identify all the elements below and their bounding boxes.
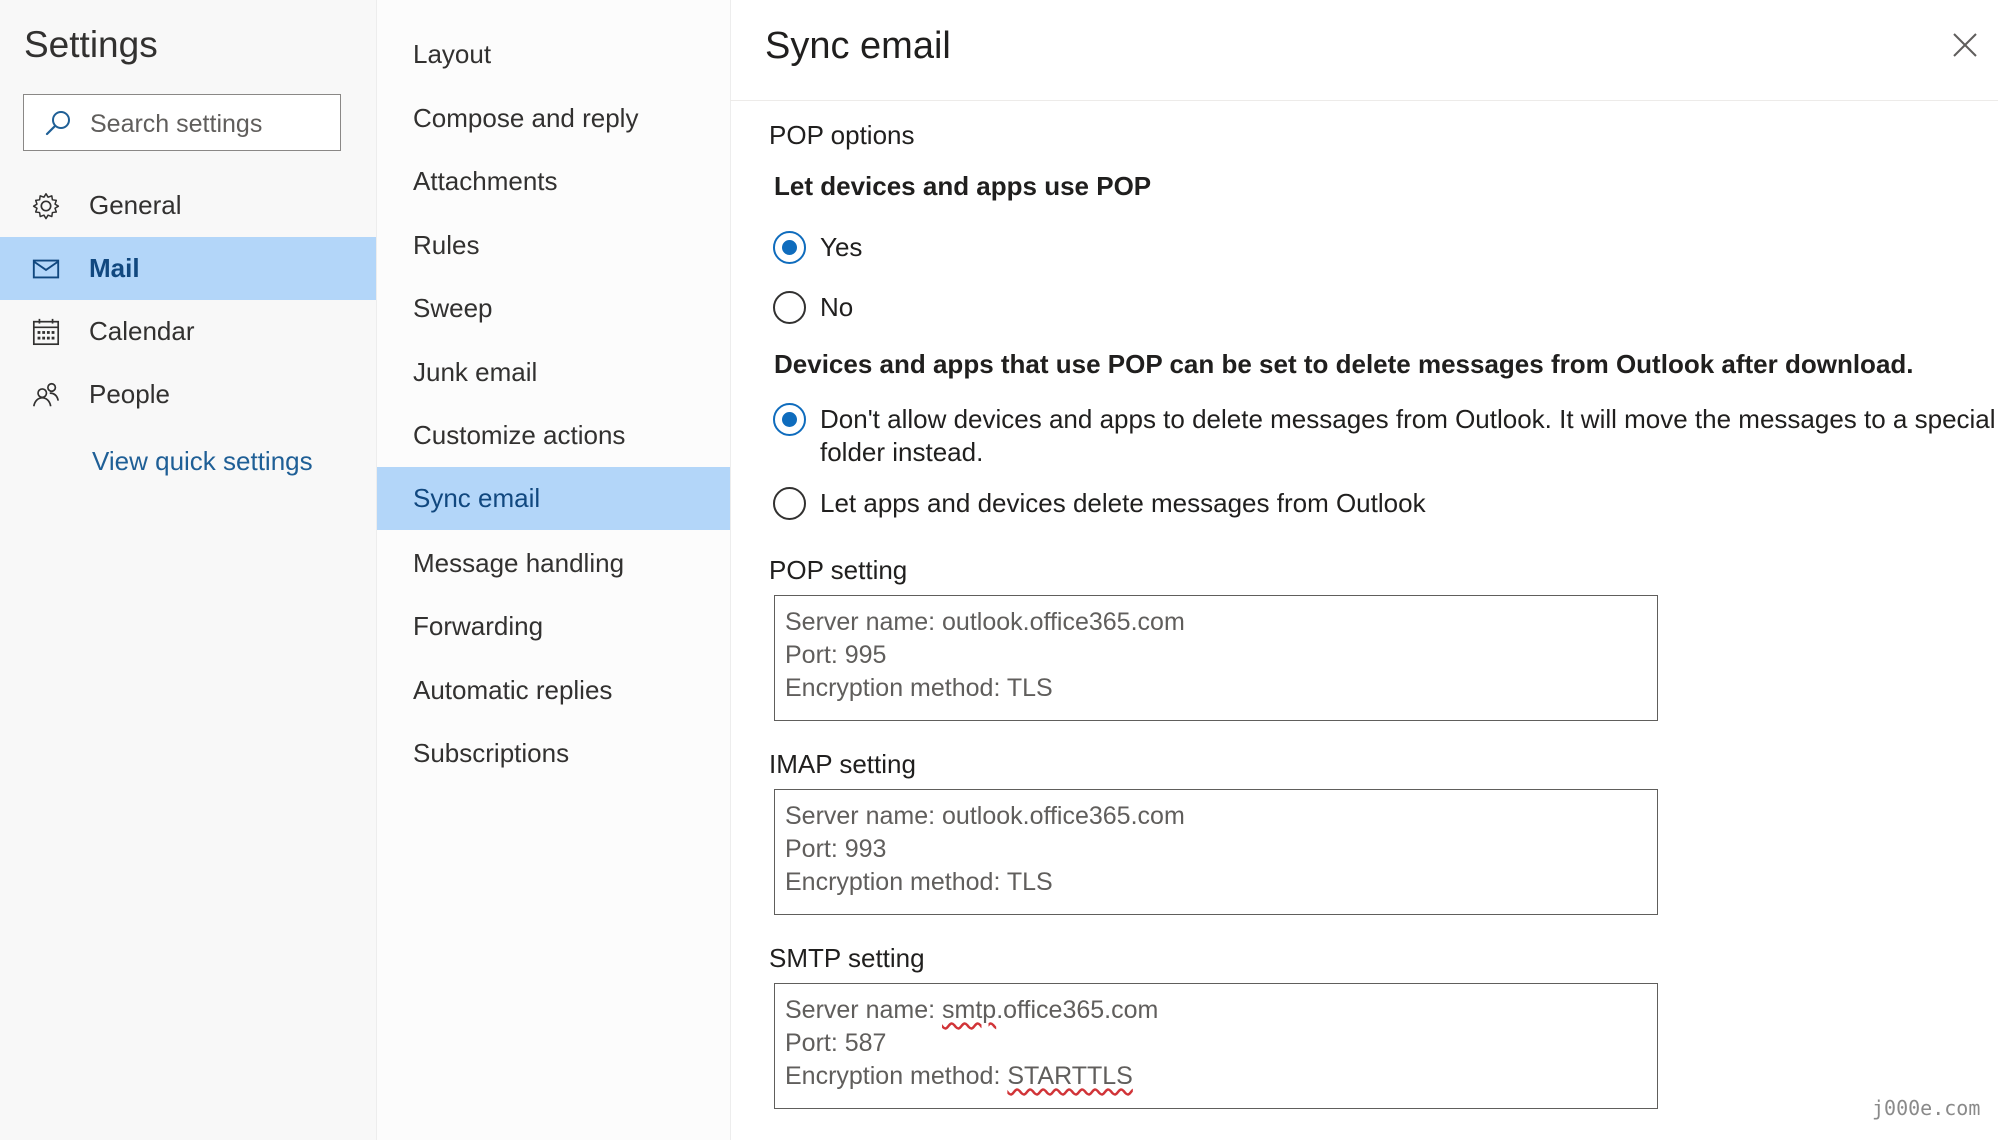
radio-label: Don't allow devices and apps to delete m… bbox=[820, 403, 1998, 469]
delete-question: Devices and apps that use POP can be set… bbox=[774, 349, 1914, 379]
pop-yes-option[interactable]: Yes bbox=[773, 231, 862, 264]
server-name-line: Server name: outlook.office365.com bbox=[785, 606, 1647, 639]
subnav-item-junk-email[interactable]: Junk email bbox=[377, 341, 730, 404]
server-name-value: outlook.office365.com bbox=[942, 802, 1185, 830]
subnav-item-customize-actions[interactable]: Customize actions bbox=[377, 404, 730, 467]
server-name-line: Server name: smtp.office365.com bbox=[785, 994, 1647, 1027]
imap-setting-box[interactable]: Server name: outlook.office365.com Port:… bbox=[774, 789, 1658, 915]
subnav-item-label: Layout bbox=[413, 39, 492, 69]
imap-setting-heading: IMAP setting bbox=[769, 749, 916, 779]
server-name-label: Server name: bbox=[785, 608, 943, 636]
radio-label: Yes bbox=[820, 232, 863, 262]
server-name-value: .office365.com bbox=[996, 996, 1159, 1024]
settings-nav: Settings General Mail bbox=[0, 0, 376, 1140]
subnav-item-label: Forwarding bbox=[413, 611, 544, 641]
subnav-item-label: Attachments bbox=[413, 166, 558, 196]
nav-item-calendar[interactable]: Calendar bbox=[0, 300, 376, 363]
page-title: Sync email bbox=[765, 25, 951, 67]
view-quick-settings-link[interactable]: View quick settings bbox=[92, 446, 313, 477]
sync-email-pane: Sync email POP options Let devices and a… bbox=[730, 0, 1998, 1140]
subnav-item-label: Message handling bbox=[413, 548, 625, 578]
subnav-item-layout[interactable]: Layout bbox=[377, 23, 730, 86]
subnav-item-label: Junk email bbox=[413, 357, 538, 387]
pop-question: Let devices and apps use POP bbox=[774, 171, 1152, 201]
smtp-setting-heading: SMTP setting bbox=[769, 943, 925, 973]
nav-item-label: Mail bbox=[89, 253, 140, 283]
server-name-line: Server name: outlook.office365.com bbox=[785, 800, 1647, 833]
close-icon[interactable] bbox=[1952, 32, 1978, 58]
subnav-item-label: Rules bbox=[413, 230, 480, 260]
pane-header: Sync email bbox=[730, 0, 1998, 101]
radio-checked[interactable] bbox=[773, 403, 806, 436]
subnav-item-forwarding[interactable]: Forwarding bbox=[377, 595, 730, 658]
nav-item-label: People bbox=[89, 379, 170, 409]
subnav-item-attachments[interactable]: Attachments bbox=[377, 150, 730, 213]
pop-setting-box[interactable]: Server name: outlook.office365.com Port:… bbox=[774, 595, 1658, 721]
search-box[interactable] bbox=[23, 94, 341, 151]
radio-label: Let apps and devices delete messages fro… bbox=[820, 488, 1426, 518]
search-icon bbox=[45, 111, 70, 136]
people-icon bbox=[32, 382, 60, 407]
encryption-line: Encryption method: TLS bbox=[785, 868, 1053, 896]
nav-item-people[interactable]: People bbox=[0, 363, 376, 426]
subnav-item-rules[interactable]: Rules bbox=[377, 214, 730, 277]
nav-item-general[interactable]: General bbox=[0, 174, 376, 237]
nav-item-label: General bbox=[89, 190, 182, 220]
subnav-item-label: Subscriptions bbox=[413, 738, 570, 768]
server-name-label: Server name: bbox=[785, 996, 943, 1024]
subnav-item-label: Sweep bbox=[413, 293, 493, 323]
subnav-item-label: Customize actions bbox=[413, 420, 626, 450]
calendar-icon bbox=[32, 318, 60, 346]
search-input[interactable] bbox=[88, 105, 332, 143]
radio-unchecked[interactable] bbox=[773, 487, 806, 520]
encryption-line: Encryption method: STARTTLS bbox=[785, 1060, 1647, 1093]
subnav-item-sync-email[interactable]: Sync email bbox=[377, 467, 730, 530]
subnav-item-label: Sync email bbox=[413, 483, 541, 513]
port-line: Port: 993 bbox=[785, 835, 887, 863]
pop-options-heading: POP options bbox=[769, 120, 915, 150]
spellcheck-word: smtp bbox=[942, 996, 997, 1024]
subnav-item-automatic-replies[interactable]: Automatic replies bbox=[377, 659, 730, 722]
nav-item-label: Calendar bbox=[89, 316, 195, 346]
smtp-setting-box[interactable]: Server name: smtp.office365.com Port: 58… bbox=[774, 983, 1658, 1109]
radio-checked[interactable] bbox=[773, 231, 806, 264]
pop-no-option[interactable]: No bbox=[773, 291, 853, 324]
subnav-item-sweep[interactable]: Sweep bbox=[377, 277, 730, 340]
subnav-item-subscriptions[interactable]: Subscriptions bbox=[377, 722, 730, 785]
subnav-item-label: Automatic replies bbox=[413, 675, 613, 705]
gear-icon bbox=[32, 193, 60, 220]
radio-label-line: folder instead. bbox=[820, 437, 984, 467]
dont-allow-delete-option[interactable]: Don't allow devices and apps to delete m… bbox=[773, 403, 1998, 469]
port-line: Port: 587 bbox=[785, 1029, 887, 1057]
port-line: Port: 995 bbox=[785, 641, 887, 669]
mail-settings-subnav: Layout Compose and reply Attachments Rul… bbox=[376, 0, 731, 1140]
watermark: j000e.com bbox=[1872, 1096, 1981, 1120]
radio-unchecked[interactable] bbox=[773, 291, 806, 324]
server-name-value: outlook.office365.com bbox=[942, 608, 1185, 636]
server-name-label: Server name: bbox=[785, 802, 943, 830]
subnav-item-label: Compose and reply bbox=[413, 103, 639, 133]
nav-item-mail[interactable]: Mail bbox=[0, 237, 376, 300]
spellcheck-word: STARTTLS bbox=[1007, 1062, 1133, 1090]
mail-icon bbox=[32, 259, 60, 279]
encryption-label: Encryption method: bbox=[785, 1062, 1008, 1090]
radio-label: No bbox=[820, 292, 854, 322]
subnav-item-message-handling[interactable]: Message handling bbox=[377, 532, 730, 595]
encryption-line: Encryption method: TLS bbox=[785, 674, 1053, 702]
pop-setting-heading: POP setting bbox=[769, 555, 908, 585]
settings-title: Settings bbox=[24, 24, 158, 65]
radio-label-line: Don't allow devices and apps to delete m… bbox=[820, 404, 1998, 434]
subnav-item-compose-and-reply[interactable]: Compose and reply bbox=[377, 87, 730, 150]
allow-delete-option[interactable]: Let apps and devices delete messages fro… bbox=[773, 487, 1426, 520]
